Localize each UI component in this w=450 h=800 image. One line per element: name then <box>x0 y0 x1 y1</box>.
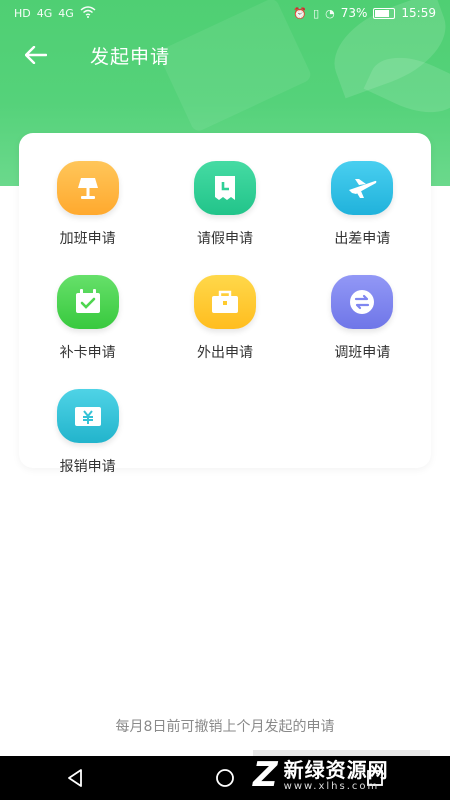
tile-label: 调班申请 <box>334 345 391 361</box>
nav-back-button[interactable] <box>55 763 95 793</box>
footer-note: 每月8日前可撤销上个月发起的申请 <box>115 719 335 735</box>
airplane-icon <box>331 161 394 215</box>
wifi-icon <box>80 5 96 21</box>
yuan-wallet-icon <box>56 389 119 443</box>
calendar-check-icon <box>56 275 119 329</box>
arrow-left-icon <box>25 46 47 64</box>
status-left: HD 4G 4G <box>14 5 96 21</box>
triangle-back-icon <box>68 769 82 787</box>
swap-arrows-icon <box>331 275 394 329</box>
tile-shift-swap[interactable]: 调班申请 <box>294 275 431 362</box>
watermark: Z 新绿资源网 www.xlhs.com <box>253 750 430 800</box>
tile-go-out[interactable]: 外出申请 <box>156 275 293 362</box>
tile-leave[interactable]: 请假申请 <box>156 161 293 248</box>
vibrate-icon: ▯ <box>313 6 320 20</box>
back-button[interactable] <box>14 34 58 76</box>
watermark-bar <box>253 750 430 756</box>
tile-label: 加班申请 <box>59 231 116 247</box>
tile-label: 补卡申请 <box>59 345 116 361</box>
battery-percent: 73% <box>340 6 368 20</box>
application-grid: 加班申请 请假申请 出差申请 补卡申请 外出申请 调班申请 报销申请 <box>19 161 431 476</box>
tile-overtime[interactable]: 加班申请 <box>19 161 156 248</box>
tile-label: 报销申请 <box>59 459 116 475</box>
watermark-logo: Z <box>253 755 278 795</box>
status-bar: HD 4G 4G ⏰ ▯ ◔ 73% 15:59 <box>0 0 450 26</box>
tile-business-trip[interactable]: 出差申请 <box>294 161 431 248</box>
application-card: 加班申请 请假申请 出差申请 补卡申请 外出申请 调班申请 报销申请 <box>19 133 431 475</box>
tile-label: 出差申请 <box>334 231 391 247</box>
page-title: 发起申请 <box>90 45 171 68</box>
watermark-cn: 新绿资源网 <box>283 757 389 782</box>
battery-icon <box>373 7 396 19</box>
hd-icon: HD <box>14 6 31 20</box>
clock-time: 15:59 <box>401 6 436 20</box>
nav-home-button[interactable] <box>205 763 245 793</box>
lamp-icon <box>56 161 119 215</box>
signal-icon: 4G <box>36 6 53 20</box>
tile-clock-in-fix[interactable]: 补卡申请 <box>19 275 156 362</box>
watermark-en: www.xlhs.com <box>283 780 380 792</box>
signal-icon: 4G <box>58 6 74 20</box>
circle-home-icon <box>216 769 234 787</box>
watermark-text: 新绿资源网 www.xlhs.com <box>284 759 389 792</box>
status-right: ⏰ ▯ ◔ 73% 15:59 <box>293 6 436 20</box>
briefcase-icon <box>193 275 256 329</box>
tile-label: 请假申请 <box>196 231 253 247</box>
tile-label: 外出申请 <box>196 345 253 361</box>
speed-icon: ◔ <box>325 6 335 20</box>
alarm-icon: ⏰ <box>293 6 308 20</box>
top-bar: 发起申请 <box>0 34 450 76</box>
clock-document-icon <box>193 161 256 215</box>
tile-reimbursement[interactable]: 报销申请 <box>19 389 156 476</box>
